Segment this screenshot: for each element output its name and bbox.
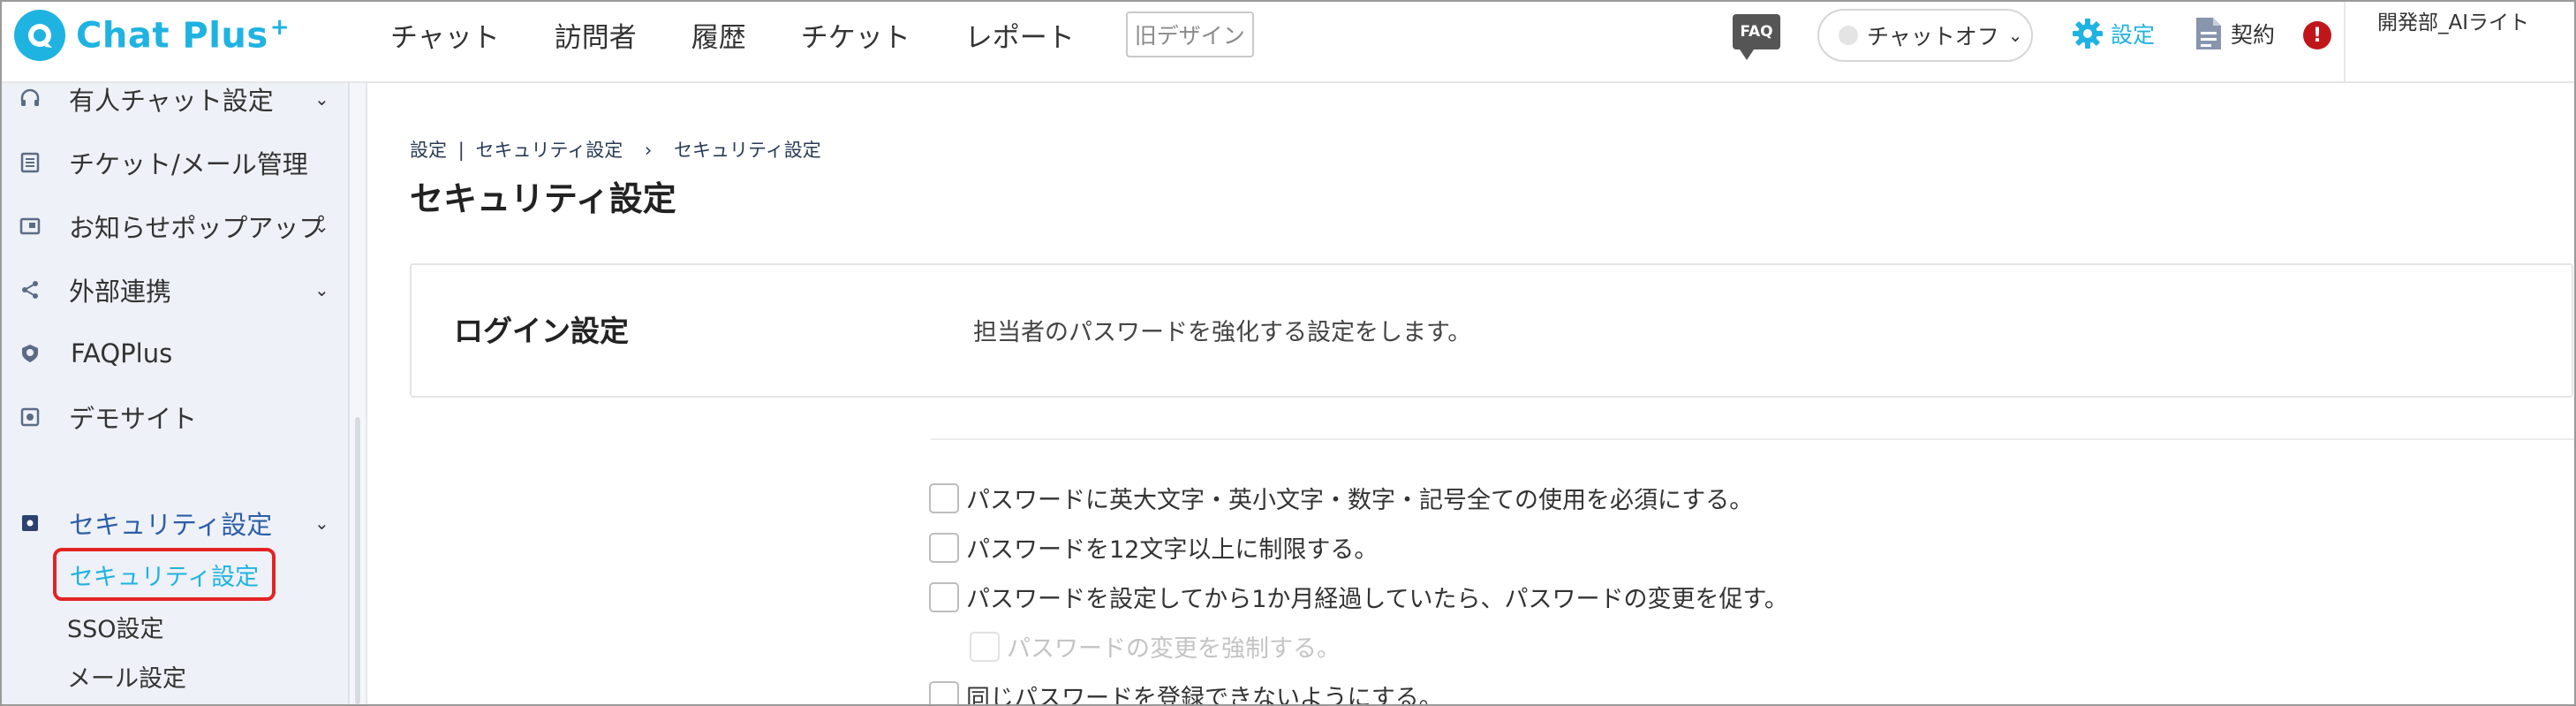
chat-status-label: チャットオフ: [1867, 24, 1999, 49]
chat-status-toggle[interactable]: チャットオフ ⌄: [1817, 9, 2033, 62]
logo-plus: +: [269, 14, 290, 42]
status-dot-icon: [1839, 26, 1858, 45]
breadcrumb: 設定 | セキュリティ設定 › セキュリティ設定: [410, 136, 821, 163]
headset-icon: [18, 87, 42, 111]
sidebar-subitem-mail-settings[interactable]: メール設定: [67, 659, 186, 694]
sidebar-item-notice-popup[interactable]: お知らせポップアップ ⌄: [2, 200, 350, 253]
chevron-down-icon: ⌄: [314, 88, 329, 110]
chevron-down-icon: ⌄: [314, 216, 329, 237]
logo-text: Chat Plus: [76, 15, 268, 57]
breadcrumb-root[interactable]: 設定: [410, 140, 447, 161]
sidebar-item-ticket-mail[interactable]: チケット/メール管理: [2, 136, 350, 189]
sidebar-subitem-sso-settings[interactable]: SSO設定: [67, 610, 164, 644]
old-design-button[interactable]: 旧デザイン: [1125, 11, 1254, 57]
card-title: ログイン設定: [454, 314, 629, 348]
sidebar-item-label: デモサイト: [69, 404, 198, 434]
sidebar-item-label: お知らせポップアップ: [69, 213, 325, 243]
demo-site-icon: [18, 405, 42, 429]
sidebar-item-label: FAQPlus: [71, 338, 173, 368]
breadcrumb-arrow-icon: ›: [644, 140, 653, 161]
app-window: Chat Plus+ チャット 訪問者 履歴 チケット レポート 旧デザイン F…: [0, 0, 2576, 706]
chevron-down-icon: ⌄: [314, 512, 329, 534]
nav-tickets[interactable]: チケット: [801, 15, 910, 55]
option-require-all-char-types[interactable]: パスワードに英大文字・英小文字・数字・記号全ての使用を必須にする。: [929, 481, 1753, 515]
contract-label: 契約: [2231, 22, 2276, 48]
sidebar-item-manned-chat[interactable]: 有人チャット設定 ⌄: [2, 72, 350, 125]
sidebar-item-demo-site[interactable]: デモサイト: [2, 391, 350, 444]
checkbox[interactable]: [929, 581, 959, 612]
nav-chat[interactable]: チャット: [390, 15, 500, 55]
settings-link[interactable]: 設定: [2070, 16, 2155, 51]
nav-visitors[interactable]: 訪問者: [555, 15, 637, 55]
settings-label: 設定: [2111, 22, 2156, 48]
faqplus-icon: [18, 341, 42, 366]
share-icon: [18, 277, 42, 302]
header-divider: [2344, 2, 2346, 81]
sidebar-item-label: 外部連携: [69, 277, 172, 307]
chat-plus-logo-icon: [14, 10, 65, 61]
faq-icon[interactable]: FAQ: [1733, 14, 1780, 60]
sidebar-item-label: 有人チャット設定: [69, 86, 274, 116]
sidebar-item-label: チケット/メール管理: [69, 149, 308, 179]
sidebar-item-label: セキュリティ設定: [69, 510, 273, 540]
section-divider: [931, 438, 2574, 440]
top-header: Chat Plus+ チャット 訪問者 履歴 チケット レポート 旧デザイン F…: [2, 2, 2574, 83]
sidebar-scrollbar-thumb[interactable]: [355, 417, 360, 704]
option-label: 同じパスワードを登録できないようにする。: [966, 685, 1443, 706]
card-description: 担当者のパスワードを強化する設定をします。: [973, 319, 1472, 346]
checkbox[interactable]: [929, 532, 959, 563]
login-settings-card: ログイン設定 担当者のパスワードを強化する設定をします。: [410, 263, 2573, 398]
breadcrumb-parent[interactable]: セキュリティ設定: [475, 140, 623, 161]
logo[interactable]: Chat Plus+: [14, 9, 290, 62]
option-label: パスワードに英大文字・英小文字・数字・記号全ての使用を必須にする。: [966, 487, 1754, 514]
ticket-icon: [18, 150, 42, 175]
main-nav: チャット 訪問者 履歴 チケット レポート 旧デザイン: [390, 11, 1254, 57]
checkbox: [970, 631, 1000, 662]
option-label: パスワードを設定してから1か月経過していたら、パスワードの変更を促す。: [966, 586, 1788, 613]
nav-reports[interactable]: レポート: [965, 15, 1075, 55]
option-label: パスワードを12文字以上に制限する。: [966, 536, 1379, 564]
contract-link[interactable]: 契約: [2194, 16, 2275, 51]
user-name[interactable]: 開発部_AIライト: [2377, 7, 2554, 39]
gear-icon: [2073, 19, 2103, 49]
chevron-down-icon: ⌄: [2007, 25, 2023, 46]
option-label: パスワードの変更を強制する。: [1007, 635, 1341, 663]
breadcrumb-current: セキュリティ設定: [673, 140, 821, 161]
option-prompt-password-change[interactable]: パスワードを設定してから1か月経過していたら、パスワードの変更を促す。: [929, 580, 1788, 614]
sidebar-subitem-security-settings[interactable]: セキュリティ設定: [53, 548, 276, 601]
option-prevent-password-reuse[interactable]: 同じパスワードを登録できないようにする。: [929, 679, 1443, 706]
sidebar-item-external-integration[interactable]: 外部連携 ⌄: [2, 263, 350, 316]
option-force-password-change: パスワードの変更を強制する。: [970, 629, 1341, 664]
popup-icon: [18, 214, 42, 239]
checkbox[interactable]: [929, 482, 959, 513]
chevron-down-icon: ⌄: [314, 279, 329, 300]
checkbox[interactable]: [929, 680, 959, 704]
sidebar-item-security[interactable]: セキュリティ設定 ⌄: [2, 497, 350, 550]
alert-icon[interactable]: !: [2303, 21, 2331, 49]
document-icon: [2196, 18, 2221, 49]
page-title: セキュリティ設定: [410, 179, 676, 218]
sidebar-item-faqplus[interactable]: FAQPlus: [2, 327, 350, 380]
breadcrumb-separator: |: [457, 140, 465, 161]
nav-history[interactable]: 履歴: [691, 15, 746, 55]
security-icon: [18, 511, 42, 535]
option-min-length-12[interactable]: パスワードを12文字以上に制限する。: [929, 530, 1378, 565]
